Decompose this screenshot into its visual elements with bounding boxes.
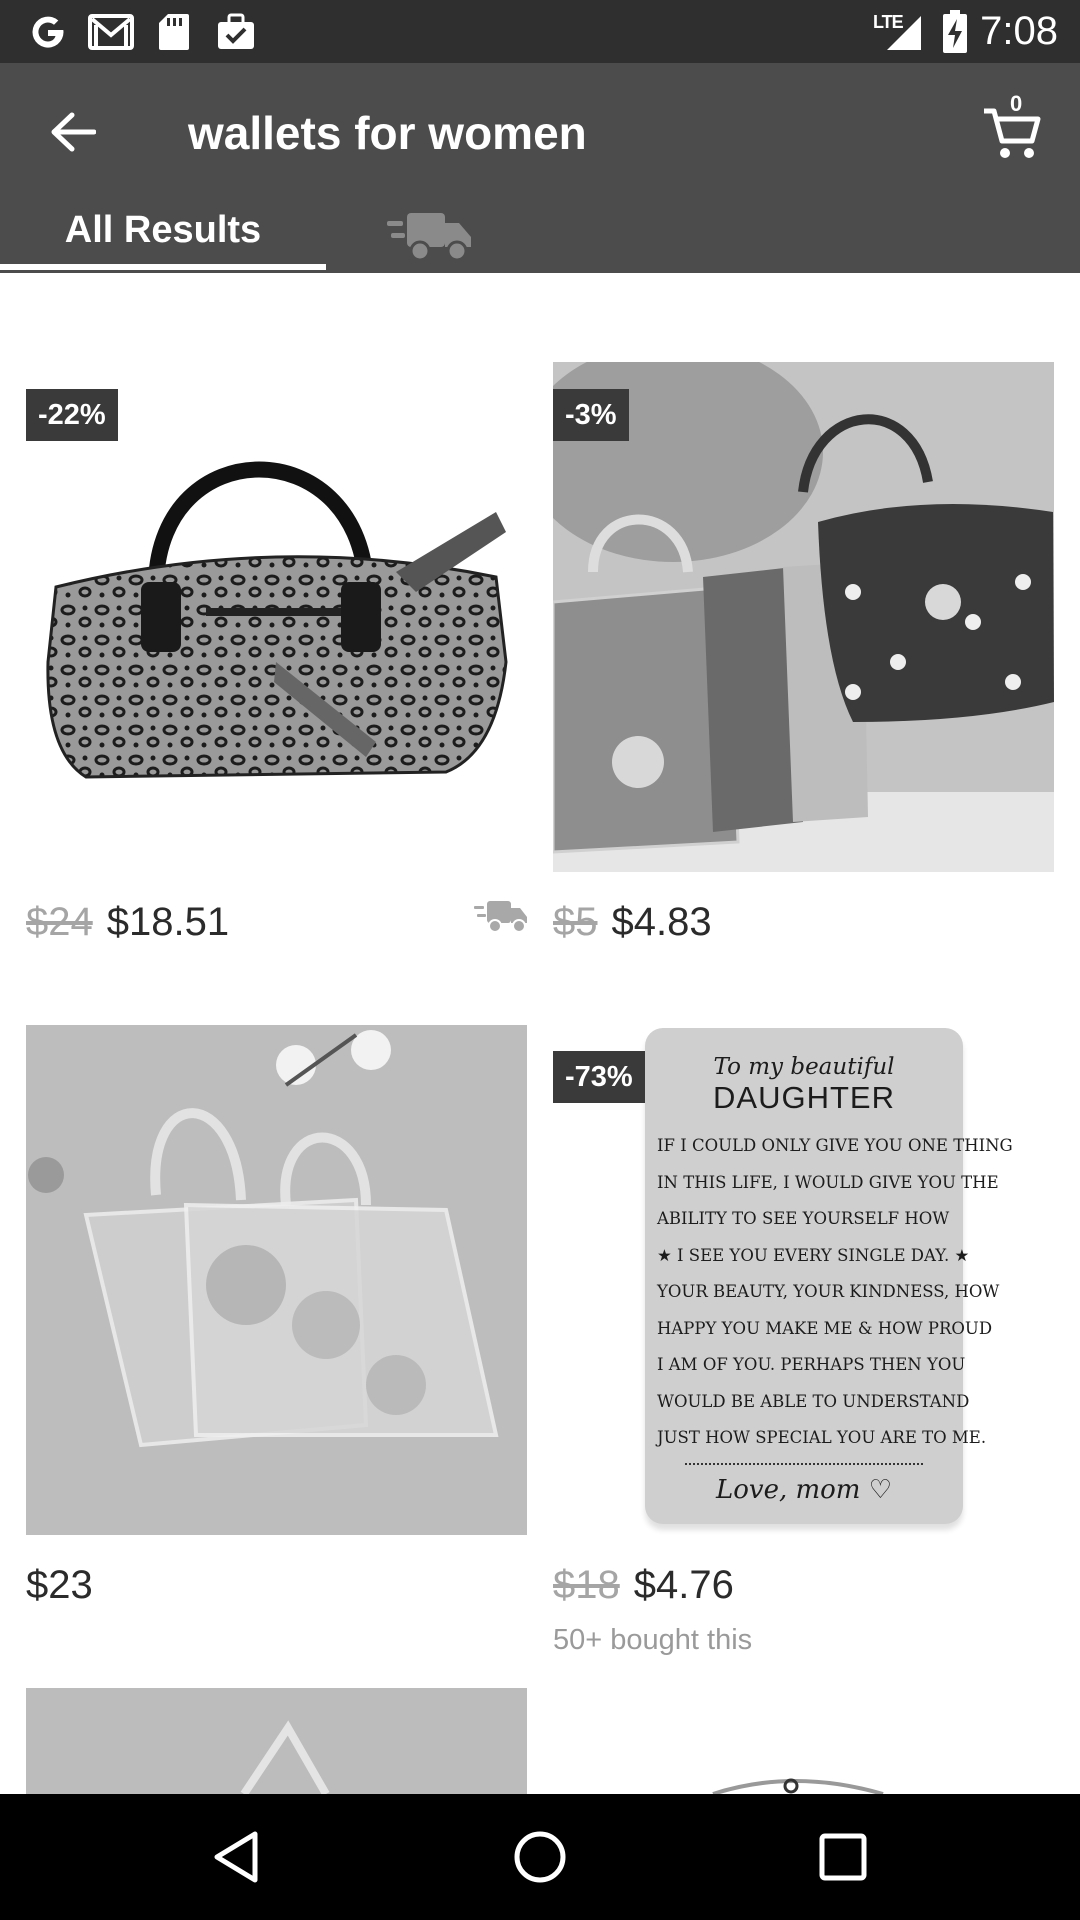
back-button[interactable] bbox=[36, 95, 110, 169]
fast-shipping-truck-icon bbox=[387, 213, 471, 262]
original-price: $18 bbox=[553, 1562, 620, 1607]
status-bar: LTE 7:08 bbox=[0, 0, 1080, 63]
nav-recents-button[interactable] bbox=[808, 1822, 878, 1892]
back-triangle-icon bbox=[214, 1831, 258, 1883]
arrow-left-icon bbox=[51, 112, 96, 152]
original-price: $24 bbox=[26, 899, 93, 944]
bought-count-label: 50+ bought this bbox=[553, 1624, 753, 1656]
card-line: IF I COULD ONLY GIVE YOU ONE THING bbox=[657, 1136, 1013, 1155]
card-signature: Love, mom ♡ bbox=[715, 1474, 893, 1505]
signal-icon bbox=[884, 0, 924, 63]
product-image-partial[interactable] bbox=[553, 1688, 1054, 1794]
partial-product-image bbox=[240, 1720, 330, 1794]
google-icon bbox=[26, 0, 70, 63]
system-nav-bar bbox=[0, 1794, 1080, 1920]
card-line: WOULD BE ABLE TO UNDERSTAND bbox=[657, 1391, 970, 1411]
sale-price: $4.83 bbox=[611, 899, 712, 944]
clear-floral-gift-bags-image bbox=[26, 1025, 527, 1535]
price-row: $18 $4.76 bbox=[553, 1560, 734, 1610]
app-bar: wallets for women 0 All Results bbox=[0, 63, 1080, 273]
tab-fast-shipping[interactable] bbox=[380, 196, 480, 276]
product-image-gift-bags[interactable] bbox=[26, 1025, 527, 1535]
clock: 7:08 bbox=[980, 9, 1058, 53]
selected-tab-indicator bbox=[0, 264, 326, 270]
price: $23 bbox=[26, 1562, 93, 1607]
search-query-title[interactable]: wallets for women bbox=[188, 103, 587, 163]
discount-badge: -3% bbox=[553, 389, 629, 441]
card-heading-small: To my beautiful bbox=[713, 1054, 895, 1080]
price-row: $24 $18.51 bbox=[26, 897, 229, 947]
card-line: ★ I SEE YOU EVERY SINGLE DAY. ★ bbox=[657, 1245, 970, 1265]
cart-button[interactable]: 0 bbox=[982, 91, 1056, 167]
gmail-icon bbox=[86, 0, 136, 63]
sd-card-icon bbox=[156, 0, 192, 63]
nav-home-button[interactable] bbox=[505, 1822, 575, 1892]
card-line: ABILITY TO SEE YOURSELF HOW bbox=[657, 1209, 950, 1228]
briefcase-check-icon bbox=[214, 0, 258, 63]
card-divider bbox=[685, 1462, 923, 1465]
recents-square-icon bbox=[819, 1833, 867, 1881]
price-row: $5 $4.83 bbox=[553, 897, 712, 947]
fast-shipping-truck-icon bbox=[474, 901, 527, 933]
card-heading-big: DAUGHTER bbox=[713, 1080, 895, 1115]
shopping-cart-icon bbox=[984, 108, 1041, 158]
sale-price: $4.76 bbox=[633, 1562, 734, 1607]
battery-charging-icon bbox=[940, 0, 970, 63]
card-line: JUST HOW SPECIAL YOU ARE TO ME. bbox=[657, 1428, 987, 1447]
discount-badge: -22% bbox=[26, 389, 118, 441]
partial-product-image bbox=[712, 1778, 884, 1794]
card-line: HAPPY YOU MAKE ME & HOW PROUD bbox=[657, 1318, 993, 1338]
original-price: $5 bbox=[553, 899, 598, 944]
product-image-partial[interactable] bbox=[26, 1688, 527, 1794]
sale-price: $18.51 bbox=[106, 899, 230, 944]
daughter-wallet-card-image: To my beautiful DAUGHTER IF I COULD ONLY… bbox=[645, 1028, 1013, 1524]
card-line: IN THIS LIFE, I WOULD GIVE YOU THE bbox=[657, 1172, 999, 1192]
nav-back-button[interactable] bbox=[201, 1822, 271, 1892]
price-row: $23 bbox=[26, 1560, 93, 1610]
tab-all-results-label: All Results bbox=[64, 209, 262, 251]
discount-badge: -73% bbox=[553, 1051, 645, 1103]
card-line: YOUR BEAUTY, YOUR KINDNESS, HOW bbox=[657, 1282, 1000, 1301]
card-line: I AM OF YOU. PERHAPS THEN YOU bbox=[657, 1355, 966, 1374]
home-circle-icon bbox=[514, 1831, 566, 1883]
